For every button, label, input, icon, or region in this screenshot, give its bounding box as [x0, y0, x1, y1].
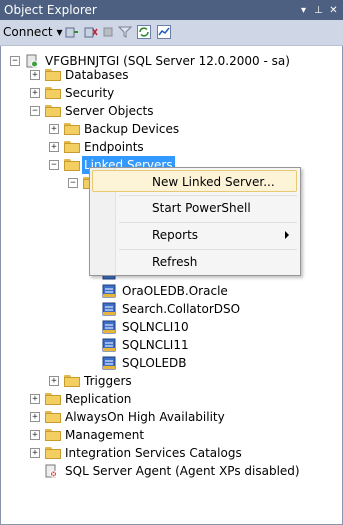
- collapse-icon[interactable]: −: [10, 56, 20, 66]
- collapse-icon[interactable]: −: [68, 178, 78, 188]
- tree-node-label: Backup Devices: [84, 122, 180, 136]
- folder-open-icon: [45, 105, 61, 117]
- expand-icon[interactable]: +: [49, 124, 59, 134]
- server-icon: [26, 54, 38, 68]
- folder-icon: [64, 123, 80, 135]
- collapse-icon[interactable]: −: [49, 160, 59, 170]
- folder-icon: [45, 447, 61, 459]
- auto-hide-pin-icon[interactable]: ⊥: [312, 4, 325, 17]
- tree-node-label: Search.CollatorDSO: [122, 302, 241, 316]
- folder-icon: [45, 393, 61, 405]
- folder-icon: [45, 411, 61, 423]
- tree-node-label: Triggers: [84, 374, 132, 388]
- tree-node-label: Databases: [65, 68, 129, 82]
- connect-label: Connect: [3, 25, 53, 39]
- connect-icon[interactable]: [65, 25, 79, 39]
- menu-item-label: Refresh: [152, 255, 198, 269]
- expand-icon[interactable]: +: [30, 430, 40, 440]
- object-explorer-tree: − VFGBHNJTGI (SQL Server 12.0.2000 - sa)…: [0, 46, 343, 525]
- menu-separator: [119, 249, 297, 250]
- tree-node-label: Endpoints: [84, 140, 144, 154]
- menu-item-refresh[interactable]: Refresh: [92, 251, 297, 273]
- provider-icon: [102, 302, 116, 316]
- tree-node-label: Management: [65, 428, 145, 442]
- expand-icon[interactable]: +: [49, 376, 59, 386]
- provider-icon: [102, 338, 116, 352]
- menu-item-label: Start PowerShell: [152, 201, 251, 215]
- folder-icon: [45, 429, 61, 441]
- menu-item-label: Reports: [152, 228, 199, 242]
- provider-icon: [102, 320, 116, 334]
- tree-node-label: SQL Server Agent (Agent XPs disabled): [65, 464, 300, 478]
- expand-icon[interactable]: +: [30, 394, 40, 404]
- folder-open-icon: [64, 159, 80, 171]
- menu-separator: [119, 195, 297, 196]
- tree-node-label: Replication: [65, 392, 132, 406]
- toolbar: Connect ▾: [0, 20, 343, 46]
- title-bar: Object Explorer ▾ ⊥ ✕: [0, 0, 343, 20]
- menu-item-new-linked-server[interactable]: New Linked Server...: [92, 170, 297, 192]
- expand-icon[interactable]: +: [49, 142, 59, 152]
- refresh-icon[interactable]: [137, 25, 151, 39]
- filter-icon[interactable]: [118, 25, 132, 39]
- stop-icon[interactable]: [101, 25, 115, 39]
- provider-icon: [102, 284, 116, 298]
- activity-monitor-icon[interactable]: [157, 25, 171, 39]
- menu-item-reports[interactable]: Reports: [92, 224, 297, 246]
- tree-node-label: AlwaysOn High Availability: [65, 410, 225, 424]
- window-position-dropdown-icon[interactable]: ▾: [297, 4, 310, 17]
- tree-node-label: SQLOLEDB: [122, 356, 187, 370]
- folder-icon: [64, 141, 80, 153]
- connect-button[interactable]: Connect ▾: [3, 25, 62, 39]
- tree-node-label: SQLNCLI10: [122, 320, 189, 334]
- tree-node-label: Integration Services Catalogs: [65, 446, 242, 460]
- submenu-arrow-icon: [285, 231, 289, 239]
- close-icon[interactable]: ✕: [327, 4, 340, 17]
- folder-icon: [45, 87, 61, 99]
- chevron-down-icon: ▾: [56, 25, 63, 39]
- collapse-icon[interactable]: −: [30, 106, 40, 116]
- sql-agent-icon: [45, 464, 57, 478]
- expand-icon[interactable]: +: [30, 412, 40, 422]
- tree-node-label: SQLNCLI11: [122, 338, 189, 352]
- context-menu: New Linked Server... Start PowerShell Re…: [89, 167, 301, 276]
- expand-icon[interactable]: +: [30, 88, 40, 98]
- window-title: Object Explorer: [4, 3, 97, 17]
- folder-icon: [64, 375, 80, 387]
- tree-node-label: OraOLEDB.Oracle: [122, 284, 228, 298]
- menu-item-label: New Linked Server...: [152, 175, 275, 189]
- folder-icon: [45, 69, 61, 81]
- menu-separator: [119, 222, 297, 223]
- tree-node-label: Server Objects: [65, 104, 154, 118]
- menu-item-start-powershell[interactable]: Start PowerShell: [92, 197, 297, 219]
- expand-icon[interactable]: +: [30, 70, 40, 80]
- provider-icon: [102, 356, 116, 370]
- disconnect-icon[interactable]: [84, 25, 98, 39]
- expand-icon[interactable]: +: [30, 448, 40, 458]
- tree-node-label: Security: [65, 86, 115, 100]
